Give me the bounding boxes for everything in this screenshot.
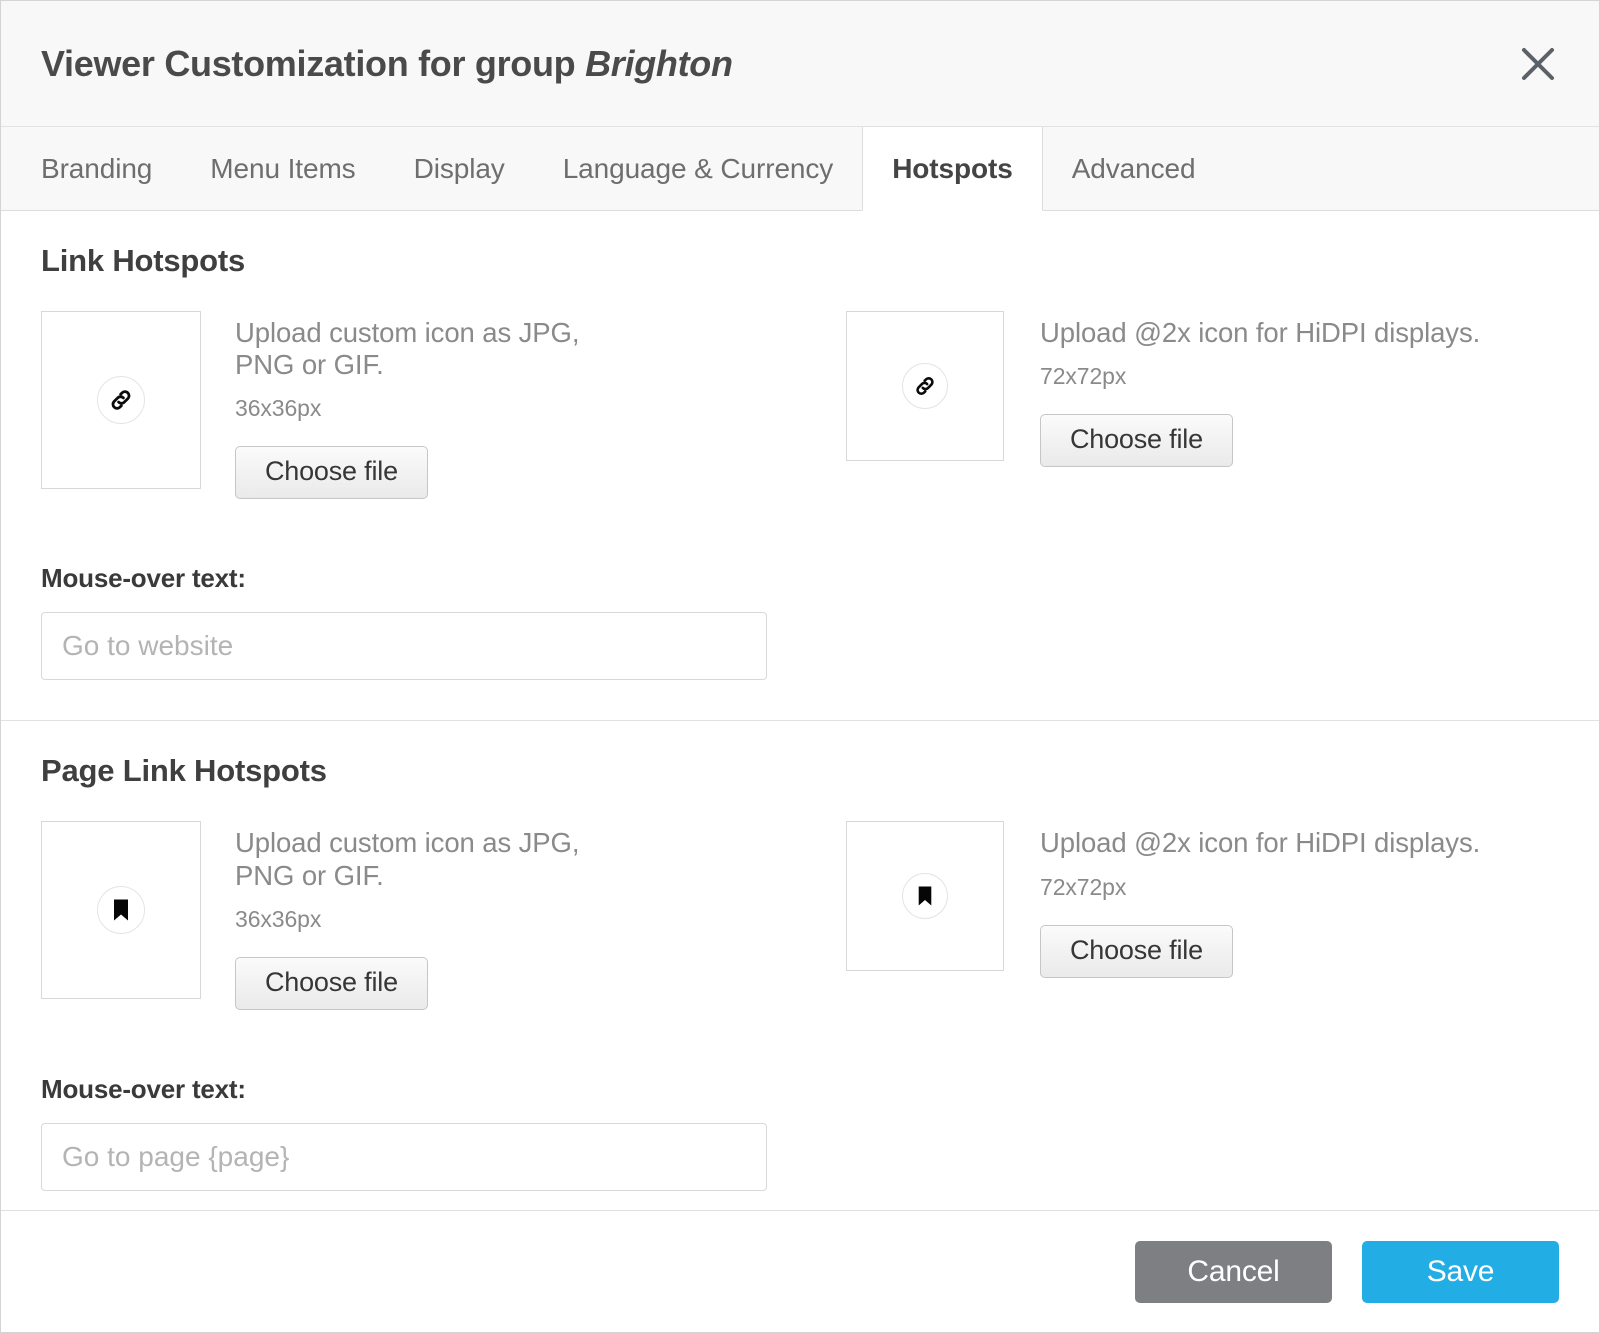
tab-hotspots[interactable]: Hotspots [862, 127, 1043, 211]
section-link-hotspots: Link Hotspots [1, 211, 1599, 720]
page-title-group-name: Brighton [585, 43, 733, 84]
dialog-header: Viewer Customization for group Brighton [1, 1, 1599, 127]
link-icon-preview-2x [846, 311, 1004, 461]
close-button[interactable] [1511, 37, 1565, 91]
bookmark-icon [902, 873, 948, 919]
dialog-footer: Cancel Save [1, 1210, 1599, 1332]
link-retina-info: Upload @2x icon for HiDPI displays. 72x7… [1040, 311, 1599, 467]
link-chain-icon [902, 363, 948, 409]
page-link-icon-preview-2x [846, 821, 1004, 971]
tab-language-currency[interactable]: Language & Currency [534, 127, 863, 210]
link-hotspot-standard-upload: Upload custom icon as JPG, PNG or GIF. 3… [41, 311, 846, 499]
page-link-icon-preview-1x [41, 821, 201, 999]
cancel-button[interactable]: Cancel [1135, 1241, 1332, 1303]
link-retina-choose-file-button[interactable]: Choose file [1040, 414, 1233, 467]
tab-bar: Branding Menu Items Display Language & C… [1, 127, 1599, 211]
page-title-prefix: Viewer Customization for group [41, 43, 585, 84]
link-standard-description: Upload custom icon as JPG, PNG or GIF. [235, 317, 585, 381]
link-retina-description: Upload @2x icon for HiDPI displays. [1040, 317, 1599, 349]
viewer-customization-dialog: Viewer Customization for group Brighton … [0, 0, 1600, 1333]
page-link-retina-choose-file-button[interactable]: Choose file [1040, 925, 1233, 978]
tab-menu-items[interactable]: Menu Items [181, 127, 384, 210]
link-icon-preview-1x [41, 311, 201, 489]
page-link-standard-dimensions: 36x36px [235, 906, 585, 933]
bookmark-icon [97, 886, 145, 934]
save-button[interactable]: Save [1362, 1241, 1559, 1303]
page-link-standard-description: Upload custom icon as JPG, PNG or GIF. [235, 827, 585, 891]
tab-advanced[interactable]: Advanced [1043, 127, 1225, 210]
page-link-hotspot-retina-upload: Upload @2x icon for HiDPI displays. 72x7… [846, 821, 1599, 977]
page-title: Viewer Customization for group Brighton [41, 43, 733, 85]
link-standard-info: Upload custom icon as JPG, PNG or GIF. 3… [235, 311, 585, 499]
link-mouseover-input[interactable] [41, 612, 767, 680]
link-retina-dimensions: 72x72px [1040, 363, 1599, 390]
close-icon [1518, 44, 1558, 84]
link-standard-choose-file-button[interactable]: Choose file [235, 446, 428, 499]
dialog-body: Link Hotspots [1, 211, 1599, 1210]
link-hotspot-retina-upload: Upload @2x icon for HiDPI displays. 72x7… [846, 311, 1599, 467]
page-link-retina-dimensions: 72x72px [1040, 874, 1599, 901]
page-link-standard-info: Upload custom icon as JPG, PNG or GIF. 3… [235, 821, 585, 1009]
tab-branding[interactable]: Branding [1, 127, 181, 210]
link-chain-icon [97, 376, 145, 424]
page-link-standard-choose-file-button[interactable]: Choose file [235, 957, 428, 1010]
section-page-link-hotspots: Page Link Hotspots Upload custom icon as… [1, 720, 1599, 1210]
link-mouseover-label: Mouse-over text: [41, 563, 1559, 594]
tab-display[interactable]: Display [385, 127, 534, 210]
page-link-retina-description: Upload @2x icon for HiDPI displays. [1040, 827, 1599, 859]
page-link-mouseover-input[interactable] [41, 1123, 767, 1191]
page-link-hotspot-upload-row: Upload custom icon as JPG, PNG or GIF. 3… [41, 821, 1559, 1009]
link-standard-dimensions: 36x36px [235, 395, 585, 422]
section-title-page-link-hotspots: Page Link Hotspots [41, 753, 1559, 789]
section-title-link-hotspots: Link Hotspots [41, 243, 1559, 279]
page-link-mouseover-label: Mouse-over text: [41, 1074, 1559, 1105]
page-link-hotspot-standard-upload: Upload custom icon as JPG, PNG or GIF. 3… [41, 821, 846, 1009]
link-hotspot-upload-row: Upload custom icon as JPG, PNG or GIF. 3… [41, 311, 1559, 499]
page-link-retina-info: Upload @2x icon for HiDPI displays. 72x7… [1040, 821, 1599, 977]
